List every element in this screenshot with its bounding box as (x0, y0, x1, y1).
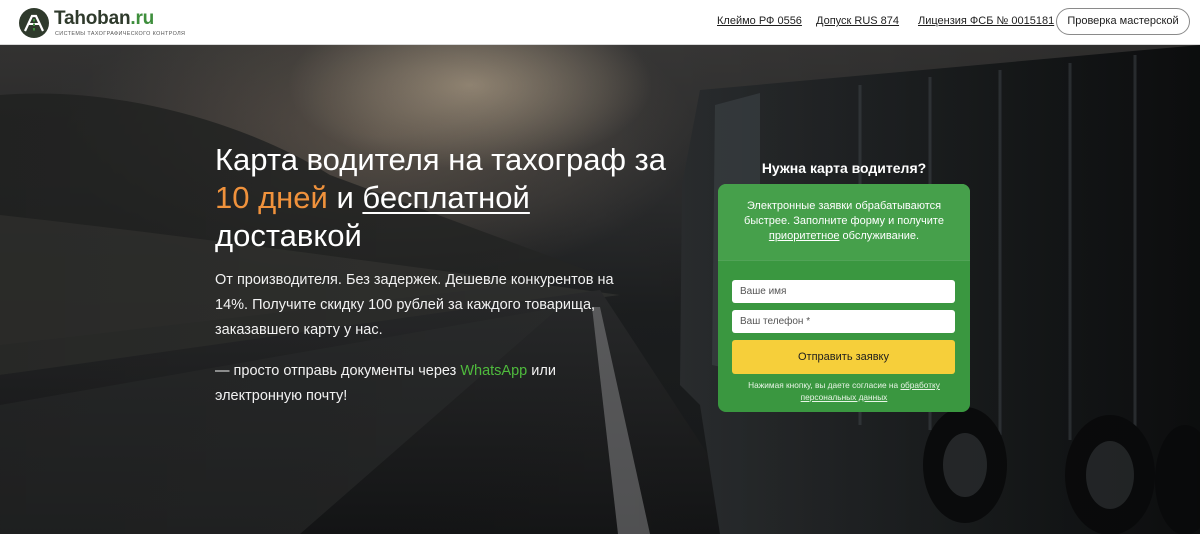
hero-headline: Карта водителя на тахограф за 10 дней и … (215, 142, 667, 253)
logo-tagline: системы тахографического контроля (55, 31, 186, 37)
submit-button[interactable]: Отправить заявку (732, 340, 955, 374)
site-header: Tahoban.ru системы тахографического конт… (0, 0, 1200, 45)
form-divider (718, 260, 970, 261)
nav-link-permit[interactable]: Допуск RUS 874 (816, 15, 899, 27)
form-title: Нужна карта водителя? (761, 160, 927, 176)
whatsapp-link[interactable]: WhatsApp (460, 363, 527, 379)
logo-icon (19, 8, 49, 38)
consent-text: Нажимая кнопку, вы даете согласие на обр… (748, 380, 940, 402)
nav-link-license[interactable]: Лицензия ФСБ № 0015181 (918, 15, 1054, 27)
order-form: Электронные заявки обрабатываются быстре… (718, 184, 970, 412)
headline-underlined: бесплатной (362, 180, 530, 215)
name-input[interactable] (732, 280, 955, 303)
logo-name: Tahoban.ru (54, 8, 155, 29)
check-workshop-button[interactable]: Проверка мастерской (1056, 8, 1190, 35)
headline-accent: 10 дней (215, 180, 328, 215)
form-intro-text: Электронные заявки обрабатываются быстре… (744, 200, 944, 242)
priority-link[interactable]: приоритетное (769, 230, 840, 242)
nav-link-stamp[interactable]: Клеймо РФ 0556 (717, 15, 802, 27)
phone-input[interactable] (732, 310, 955, 333)
hero-lead-text: От производителя. Без задержек. Дешевле … (215, 272, 614, 338)
whatsapp-text: — просто отправь документы через WhatsAp… (215, 363, 556, 404)
